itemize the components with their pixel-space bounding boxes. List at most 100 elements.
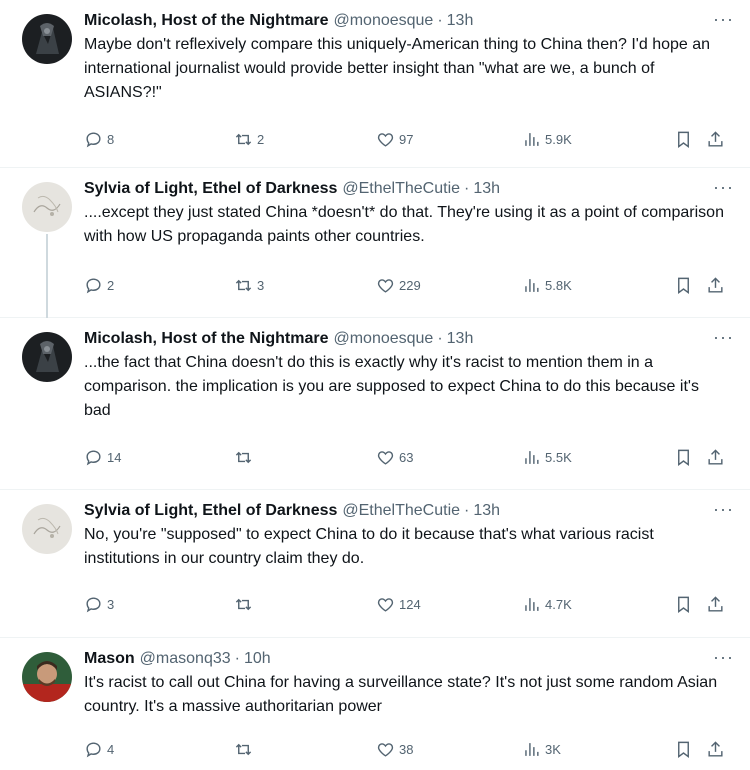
retweet-button[interactable]: 2 [234, 130, 264, 149]
like-icon [377, 451, 394, 465]
more-icon[interactable]: ··· [713, 648, 734, 666]
retweet-button[interactable] [234, 740, 257, 759]
view-count: 5.9K [545, 132, 572, 147]
tweet-4[interactable]: Sylvia of Light, Ethel of Darkness @Ethe… [0, 490, 750, 638]
reply-icon [86, 278, 101, 294]
author-name[interactable]: Micolash, Host of the Nightmare [84, 328, 328, 349]
avatar-micolash[interactable] [22, 14, 72, 64]
view-count: 5.5K [545, 450, 572, 465]
more-icon[interactable]: ··· [713, 10, 734, 28]
tweet-header: Mason @masonq33 · 10h [84, 648, 734, 669]
share-icon [708, 449, 723, 465]
reply-button[interactable]: 2 [84, 276, 114, 295]
author-name[interactable]: Sylvia of Light, Ethel of Darkness [84, 500, 337, 521]
tweet-text: No, you're "supposed" to expect China to… [84, 526, 654, 567]
more-icon[interactable]: ··· [713, 500, 734, 518]
avatar-sylvia[interactable] [22, 182, 72, 232]
retweet-icon [235, 598, 252, 611]
reply-button[interactable]: 3 [84, 595, 114, 614]
author-handle[interactable]: @masonq33 [140, 648, 231, 669]
avatar-sylvia[interactable] [22, 504, 72, 554]
timestamp[interactable]: 10h [244, 648, 271, 669]
like-icon [377, 133, 394, 147]
retweet-button[interactable] [234, 595, 257, 614]
share-icon [708, 596, 723, 612]
share-icon [708, 277, 723, 293]
author-handle[interactable]: @EthelTheCutie [342, 500, 460, 521]
action-bar: 3 124 4.7K [84, 595, 734, 619]
tweet-body: Mason @masonq33 · 10h ··· It's racist to… [84, 648, 734, 719]
like-button[interactable]: 97 [376, 130, 413, 149]
reply-icon [86, 132, 101, 148]
reply-button[interactable]: 14 [84, 448, 121, 467]
avatar-micolash[interactable] [22, 332, 72, 382]
bookmark-icon [678, 449, 689, 467]
like-button[interactable]: 63 [376, 448, 413, 467]
views-icon [525, 279, 539, 292]
retweet-button[interactable]: 3 [234, 276, 264, 295]
views-button[interactable]: 5.9K [522, 130, 572, 149]
bookmark-button[interactable] [674, 740, 693, 759]
reply-count: 4 [107, 742, 115, 757]
like-button[interactable]: 229 [376, 276, 421, 295]
bookmark-button[interactable] [674, 130, 693, 149]
bookmark-button[interactable] [674, 448, 693, 467]
timestamp[interactable]: 13h [447, 10, 474, 31]
avatar-mason[interactable] [22, 652, 72, 702]
views-button[interactable]: 4.7K [522, 595, 572, 614]
like-count: 63 [399, 450, 414, 465]
author-name[interactable]: Mason [84, 648, 135, 669]
like-icon [377, 279, 394, 293]
retweet-count: 3 [257, 278, 265, 293]
author-handle[interactable]: @monoesque [333, 328, 433, 349]
share-button[interactable] [706, 448, 725, 467]
timestamp[interactable]: 13h [473, 500, 500, 521]
share-button[interactable] [706, 276, 725, 295]
like-button[interactable]: 38 [376, 740, 413, 759]
author-name[interactable]: Sylvia of Light, Ethel of Darkness [84, 178, 337, 199]
tweet-header: Micolash, Host of the Nightmare @monoesq… [84, 10, 734, 31]
tweet-text: Maybe don't reflexively compare this uni… [84, 36, 711, 101]
tweet-2[interactable]: Sylvia of Light, Ethel of Darkness @Ethe… [0, 168, 750, 318]
author-name[interactable]: Micolash, Host of the Nightmare [84, 10, 328, 31]
reply-icon [86, 742, 101, 758]
thread-connector [46, 234, 48, 318]
views-button[interactable]: 5.5K [522, 448, 572, 467]
bookmark-button[interactable] [674, 276, 693, 295]
action-bar: 14 63 5.5K [84, 448, 734, 472]
author-handle[interactable]: @monoesque [333, 10, 433, 31]
share-button[interactable] [706, 740, 725, 759]
more-icon[interactable]: ··· [713, 328, 734, 346]
tweet-body: Micolash, Host of the Nightmare @monoesq… [84, 10, 734, 105]
reply-button[interactable]: 8 [84, 130, 114, 149]
bookmark-button[interactable] [674, 595, 693, 614]
reply-count: 8 [107, 132, 115, 147]
like-icon [377, 598, 394, 612]
action-bar: 2 3 229 5.8K [84, 276, 734, 300]
share-button[interactable] [706, 130, 725, 149]
like-icon [377, 743, 394, 757]
tweet-1[interactable]: Micolash, Host of the Nightmare @monoesq… [0, 0, 750, 168]
more-icon[interactable]: ··· [713, 178, 734, 196]
tweet-header: Micolash, Host of the Nightmare @monoesq… [84, 328, 734, 349]
retweet-icon [235, 743, 252, 756]
tweet-5[interactable]: Mason @masonq33 · 10h ··· It's racist to… [0, 638, 750, 770]
author-handle[interactable]: @EthelTheCutie [342, 178, 460, 199]
tweet-body: Micolash, Host of the Nightmare @monoesq… [84, 328, 734, 423]
separator: · [234, 650, 240, 667]
like-count: 38 [399, 742, 414, 757]
timestamp[interactable]: 13h [473, 178, 500, 199]
view-count: 5.8K [545, 278, 572, 293]
timestamp[interactable]: 13h [447, 328, 474, 349]
share-button[interactable] [706, 595, 725, 614]
separator: · [464, 180, 470, 197]
retweet-button[interactable] [234, 448, 257, 467]
views-icon [525, 743, 539, 756]
tweet-3[interactable]: Micolash, Host of the Nightmare @monoesq… [0, 318, 750, 490]
views-button[interactable]: 5.8K [522, 276, 572, 295]
like-count: 97 [399, 132, 414, 147]
views-icon [525, 133, 539, 146]
like-button[interactable]: 124 [376, 595, 421, 614]
views-button[interactable]: 3K [522, 740, 561, 759]
reply-button[interactable]: 4 [84, 740, 114, 759]
